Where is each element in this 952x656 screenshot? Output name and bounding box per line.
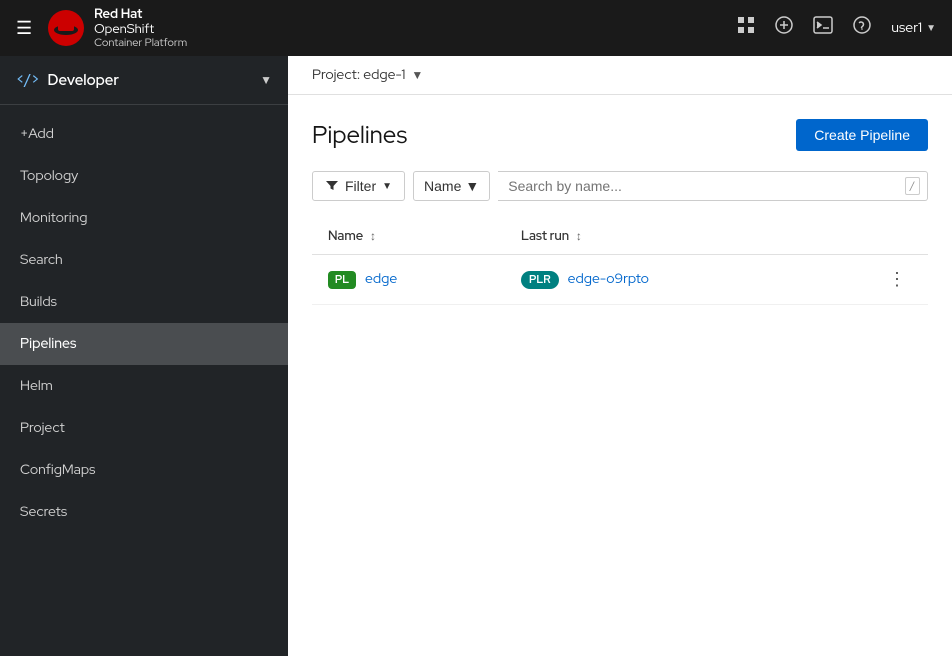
name-filter-chevron: ▼ <box>465 178 479 194</box>
table-body: PL edge PLR edge-o9rpto ⋮ <box>312 255 928 305</box>
search-box: / <box>498 171 928 201</box>
column-header-last-run: Last run ↕ <box>505 217 810 255</box>
help-icon[interactable] <box>853 16 871 40</box>
user-menu[interactable]: user1 ▼ <box>891 19 936 37</box>
page-title: Pipelines <box>312 120 407 151</box>
search-input[interactable] <box>498 171 928 201</box>
column-lastrun-label: Last run <box>521 227 569 244</box>
terminal-icon[interactable] <box>813 16 833 40</box>
redhat-name: Red Hat <box>94 6 187 22</box>
perspective-chevron[interactable]: ▼ <box>260 72 272 88</box>
table-header: Name ↕ Last run ↕ <box>312 217 928 255</box>
column-header-name: Name ↕ <box>312 217 505 255</box>
pipeline-lastrun-cell: PLR edge-o9rpto <box>505 255 810 305</box>
sidebar-item-pipelines[interactable]: Pipelines <box>0 323 288 365</box>
column-name-label: Name <box>328 227 363 244</box>
pipeline-actions-cell: ⋮ <box>810 255 928 305</box>
main-layout: </> Developer ▼ +Add Topology Monitoring… <box>0 56 952 656</box>
top-navigation: ☰ Red Hat OpenShift Container Platform <box>0 0 952 56</box>
sidebar-item-secrets[interactable]: Secrets <box>0 491 288 533</box>
filter-bar: Filter ▼ Name ▼ / <box>312 171 928 201</box>
sidebar-item-builds[interactable]: Builds <box>0 281 288 323</box>
sidebar-item-configmaps[interactable]: ConfigMaps <box>0 449 288 491</box>
sidebar-item-topology[interactable]: Topology <box>0 155 288 197</box>
page-header: Pipelines Create Pipeline <box>312 119 928 151</box>
content-header: Project: edge-1 ▼ <box>288 56 952 95</box>
pipelines-table: Name ↕ Last run ↕ PL edge <box>312 217 928 305</box>
brand: Red Hat OpenShift Container Platform <box>48 6 187 50</box>
container-platform-name: Container Platform <box>94 37 187 50</box>
pipeline-run-link[interactable]: edge-o9rpto <box>568 270 649 288</box>
sidebar-item-monitoring[interactable]: Monitoring <box>0 197 288 239</box>
sidebar-item-add[interactable]: +Add <box>0 113 288 155</box>
hamburger-menu[interactable]: ☰ <box>16 17 32 40</box>
sidebar-item-search[interactable]: Search <box>0 239 288 281</box>
filter-chevron: ▼ <box>382 181 392 192</box>
project-label: Project: edge-1 <box>312 66 405 84</box>
filter-label: Filter <box>345 178 376 194</box>
grid-icon[interactable] <box>737 16 755 40</box>
project-selector[interactable]: Project: edge-1 ▼ <box>312 66 423 84</box>
user-menu-chevron: ▼ <box>926 22 936 35</box>
perspective-selector[interactable]: </> Developer <box>16 70 119 90</box>
sidebar-nav: +Add Topology Monitoring Search Builds P… <box>0 105 288 541</box>
perspective-label: Developer <box>48 70 119 90</box>
filter-icon <box>325 179 339 193</box>
pipeline-kebab-menu[interactable]: ⋮ <box>882 267 912 292</box>
pipeline-run-badge: PLR <box>521 271 559 289</box>
redhat-logo <box>48 10 84 46</box>
openshift-name: OpenShift <box>94 21 187 37</box>
pipeline-badge: PL <box>328 271 356 289</box>
search-slash-hint: / <box>905 177 920 195</box>
name-filter-label: Name <box>424 178 461 194</box>
table-row: PL edge PLR edge-o9rpto ⋮ <box>312 255 928 305</box>
name-sort-icon[interactable]: ↕ <box>370 228 376 244</box>
lastrun-sort-icon[interactable]: ↕ <box>576 228 582 244</box>
top-nav-actions: user1 ▼ <box>737 16 936 40</box>
username: user1 <box>891 19 922 37</box>
add-icon[interactable] <box>775 16 793 40</box>
create-pipeline-button[interactable]: Create Pipeline <box>796 119 928 151</box>
name-filter-select[interactable]: Name ▼ <box>413 171 490 201</box>
filter-button[interactable]: Filter ▼ <box>312 171 405 201</box>
pipeline-name-link[interactable]: edge <box>365 270 397 288</box>
main-content: Project: edge-1 ▼ Pipelines Create Pipel… <box>288 56 952 656</box>
sidebar-header: </> Developer ▼ <box>0 56 288 105</box>
sidebar: </> Developer ▼ +Add Topology Monitoring… <box>0 56 288 656</box>
project-chevron: ▼ <box>411 67 423 83</box>
sidebar-item-project[interactable]: Project <box>0 407 288 449</box>
brand-text: Red Hat OpenShift Container Platform <box>94 6 187 50</box>
sidebar-item-helm[interactable]: Helm <box>0 365 288 407</box>
pipeline-name-cell: PL edge <box>312 255 505 305</box>
content-body: Pipelines Create Pipeline Filter ▼ Name … <box>288 95 952 656</box>
developer-icon: </> <box>16 71 40 89</box>
column-header-actions <box>810 217 928 255</box>
